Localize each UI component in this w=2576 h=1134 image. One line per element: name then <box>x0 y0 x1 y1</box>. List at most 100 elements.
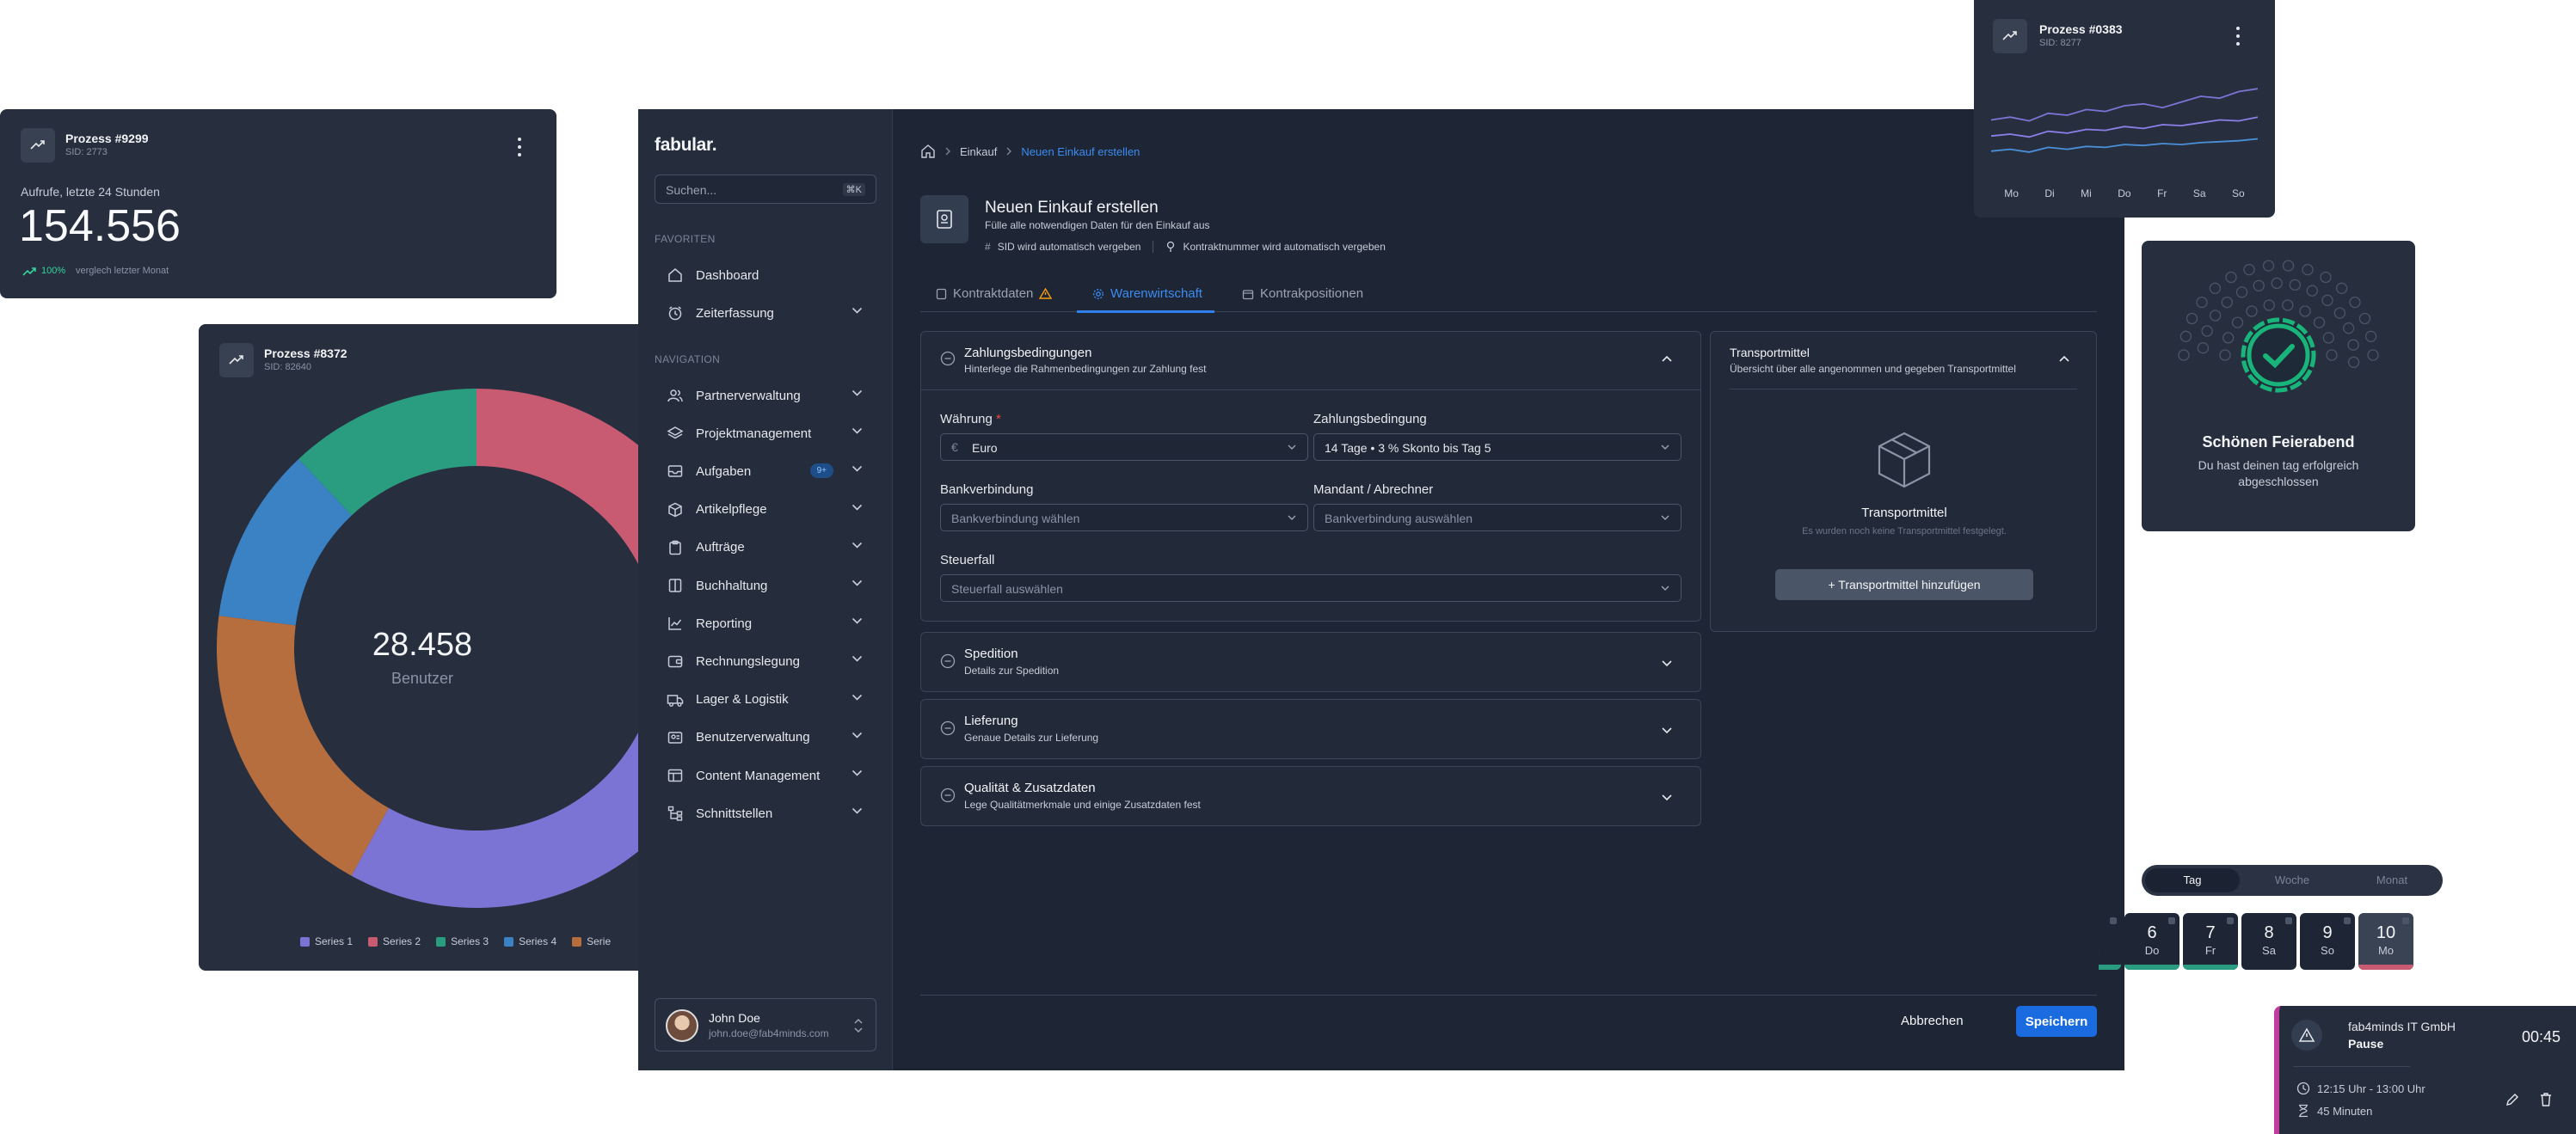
decorative-icon <box>2282 299 2294 311</box>
tax-select[interactable]: Steuerfall auswählen <box>940 574 1681 602</box>
sidebar-item-zeiterfassung[interactable]: Zeiterfassung <box>655 297 876 329</box>
decorative-icon <box>2358 312 2371 325</box>
sidebar-item-partnerverwaltung[interactable]: Partnerverwaltung <box>655 379 876 412</box>
sidebar-item-aufgaben[interactable]: Aufgaben 9+ <box>655 455 876 487</box>
decorative-icon <box>2326 349 2338 361</box>
chevron-updown-icon <box>854 1018 863 1033</box>
trending-up-icon <box>1993 19 2027 53</box>
calendar-day-name: Sa <box>2262 944 2276 957</box>
section-collapsed[interactable]: Qualität & Zusatzdaten Lege Qualitätmerk… <box>920 766 1701 826</box>
chevron-down-icon <box>851 307 863 314</box>
sidebar-item-content-management[interactable]: Content Management <box>655 759 876 792</box>
sidebar-item-label: Buchhaltung <box>696 578 768 593</box>
bank-select[interactable]: Bankverbindung wählen <box>940 504 1308 531</box>
receipt-icon <box>937 210 952 229</box>
chevron-down-icon <box>851 694 863 701</box>
legend-item: Serie <box>572 935 611 947</box>
tab-kontrakpositionen[interactable]: Kontrakpositionen <box>1242 286 1363 301</box>
chevron-up-icon[interactable] <box>2058 355 2070 363</box>
pencil-icon[interactable] <box>2505 1092 2520 1107</box>
currency-select[interactable]: € Euro <box>940 433 1308 461</box>
tab-active-indicator <box>1077 310 1214 313</box>
decorative-icon <box>2263 299 2275 311</box>
tab-kontraktdaten[interactable]: Kontraktdaten <box>936 286 1053 301</box>
breadcrumb-einkauf[interactable]: Einkauf <box>960 145 997 158</box>
decorative-icon <box>2186 312 2198 325</box>
calendar-day[interactable]: 9 So <box>2300 913 2355 970</box>
calendar-day-name: Do <box>2144 944 2160 957</box>
payment-terms-value: 14 Tage • 3 % Skonto bis Tag 5 <box>1325 441 1491 455</box>
sidebar-item-reporting[interactable]: Reporting <box>655 607 876 640</box>
calendar-day[interactable]: 6 Do <box>2124 913 2179 970</box>
period-tag[interactable]: Tag <box>2145 868 2240 892</box>
page-icon <box>920 195 968 243</box>
sidebar-item-buchhaltung[interactable]: Buchhaltung <box>655 569 876 602</box>
chevron-up-icon[interactable] <box>1661 355 1673 363</box>
legend-swatch <box>436 936 446 947</box>
chevron-down-icon <box>1662 794 1672 801</box>
sidebar-item-artikelpflege[interactable]: Artikelpflege <box>655 493 876 526</box>
chevron-down-icon <box>1661 585 1669 591</box>
calendar-day[interactable]: 8 Sa <box>2241 913 2296 970</box>
sidebar-item-benutzerverwaltung[interactable]: Benutzerverwaltung <box>655 721 876 754</box>
chevron-down-icon <box>1288 515 1296 520</box>
decorative-icon <box>2322 332 2334 344</box>
widget-value: 154.556 <box>19 201 181 251</box>
calendar-day[interactable]: 10 Mo <box>2358 913 2413 970</box>
user-email: john.doe@fab4minds.com <box>709 1027 829 1039</box>
search-input[interactable]: Suchen... ⌘K <box>655 175 876 204</box>
chevron-down-icon <box>851 618 863 624</box>
chevron-down-icon <box>851 808 863 814</box>
decorative-icon <box>2219 349 2231 361</box>
calendar-day-name: Mo <box>2377 944 2395 957</box>
tab-label: Kontraktdaten <box>953 286 1034 301</box>
transport-title: Transportmittel <box>1730 346 1810 359</box>
page-subtitle: Fülle alle notwendigen Daten für den Ein… <box>985 219 1210 231</box>
app-window: fabular. Suchen... ⌘K FAVORITEN Dashboar… <box>638 109 2124 1070</box>
save-button[interactable]: Speichern <box>2016 1006 2097 1037</box>
section-header[interactable] <box>921 332 1700 390</box>
period-monat[interactable]: Monat <box>2345 868 2439 892</box>
user-menu[interactable]: John Doe john.doe@fab4minds.com <box>655 998 876 1051</box>
calendar-day[interactable]: 5 Mi <box>2099 913 2121 970</box>
more-icon[interactable] <box>2235 27 2241 46</box>
sidebar-item-projektmanagement[interactable]: Projektmanagement <box>655 417 876 450</box>
sidebar-item-dashboard[interactable]: Dashboard <box>655 259 876 291</box>
calendar-day[interactable]: 7 Fr <box>2183 913 2238 970</box>
transport-subtitle: Übersicht über alle angenommen und gegeb… <box>1730 363 2016 375</box>
minus-circle-icon <box>940 720 956 736</box>
mandant-select[interactable]: Bankverbindung auswählen <box>1313 504 1681 531</box>
period-woche[interactable]: Woche <box>2245 868 2339 892</box>
section-collapsed[interactable]: Lieferung Genaue Details zur Lieferung <box>920 699 1701 759</box>
x-tick-label: Mi <box>2081 187 2092 199</box>
more-icon[interactable] <box>517 138 522 156</box>
chevron-down-icon <box>851 466 863 473</box>
add-transport-button[interactable]: + Transportmittel hinzufügen <box>1775 569 2033 600</box>
decorative-icon <box>2306 285 2318 297</box>
feierabend-text: Du hast deinen tag erfolgreich abgeschlo… <box>2198 458 2359 488</box>
decorative-icon <box>2335 282 2348 294</box>
section-collapsed[interactable]: Spedition Details zur Spedition <box>920 632 1701 692</box>
tab-warenwirtschaft[interactable]: Warenwirtschaft <box>1092 286 1202 301</box>
calendar-day-num: 10 <box>2376 923 2396 942</box>
sidebar-item-aufträge[interactable]: Aufträge <box>655 531 876 564</box>
transport-empty-title: Transportmittel <box>1861 506 1947 520</box>
sidebar-item-label: Zeiterfassung <box>696 305 774 321</box>
section-zahlungsbedingungen: Zahlungsbedingungen Hinterlege die Rahme… <box>920 331 1701 622</box>
trash-icon[interactable] <box>2539 1092 2553 1107</box>
cancel-button[interactable]: Abbrechen <box>1901 1014 1964 1028</box>
legend-item: Series 3 <box>436 935 489 947</box>
home-icon[interactable] <box>920 144 936 159</box>
decorative-icon <box>2222 332 2235 344</box>
sidebar-item-rechnungslegung[interactable]: Rechnungslegung <box>655 645 876 677</box>
decorative-icon <box>2209 282 2222 294</box>
sidebar-item-lager-logistik[interactable]: Lager & Logistik <box>655 683 876 716</box>
label-waehrung: Währung * <box>940 412 1001 426</box>
sidebar-item-schnittstellen[interactable]: Schnittstellen <box>655 797 876 830</box>
chevron-down-icon <box>851 579 863 586</box>
donut-slice-2 <box>476 389 655 610</box>
payment-terms-select[interactable]: 14 Tage • 3 % Skonto bis Tag 5 <box>1313 433 1681 461</box>
legend-label: Series 2 <box>383 935 421 947</box>
decorative-icon <box>2246 305 2258 317</box>
home-icon <box>668 268 682 282</box>
